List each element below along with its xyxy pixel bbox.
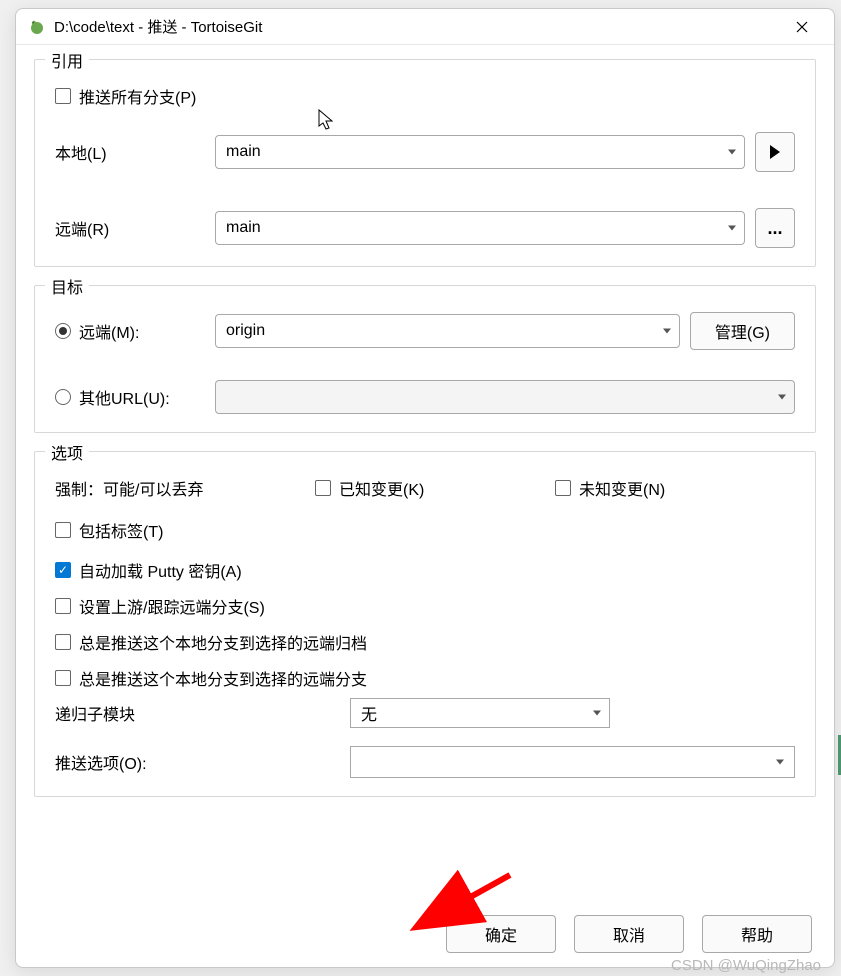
- remote-radio[interactable]: [55, 323, 71, 339]
- dialog-window: D:\code\text - 推送 - TortoiseGit 引用 推送所有分…: [15, 8, 835, 968]
- dialog-content: 引用 推送所有分支(P) 本地(L) main 远端(R): [16, 45, 834, 967]
- chevron-down-icon: [593, 711, 601, 716]
- manage-label: 管理(G): [715, 319, 770, 343]
- remote-browse-button[interactable]: ...: [755, 208, 795, 248]
- manage-button[interactable]: 管理(G): [690, 312, 795, 350]
- remote-branch-value: main: [226, 219, 261, 237]
- always-push-branch-checkbox[interactable]: [55, 670, 71, 686]
- recurse-combo[interactable]: 无: [350, 698, 610, 728]
- set-upstream-label: 设置上游/跟踪远端分支(S): [79, 594, 265, 618]
- unknown-changes-label: 未知变更(N): [579, 476, 665, 500]
- remote-name-combo[interactable]: origin: [215, 314, 680, 348]
- ok-button[interactable]: 确定: [446, 915, 556, 953]
- help-label: 帮助: [741, 922, 773, 946]
- include-tags-checkbox[interactable]: [55, 522, 71, 538]
- opts-group: 选项 强制：可能/可以丢弃 已知变更(K) 未知变更(N) 包括标签(T) 自动…: [34, 451, 816, 797]
- autoload-putty-label: 自动加载 Putty 密钥(A): [79, 558, 242, 582]
- close-button[interactable]: [782, 12, 822, 42]
- chevron-down-icon: [776, 760, 784, 765]
- always-push-branch-label: 总是推送这个本地分支到选择的远端分支: [79, 666, 367, 690]
- opts-group-title: 选项: [45, 440, 89, 464]
- force-label: 强制：可能/可以丢弃: [55, 476, 315, 500]
- always-push-archive-checkbox[interactable]: [55, 634, 71, 650]
- set-upstream-checkbox[interactable]: [55, 598, 71, 614]
- triangle-right-icon: [770, 145, 780, 159]
- remote-name-value: origin: [226, 322, 265, 340]
- local-browse-button[interactable]: [755, 132, 795, 172]
- chevron-down-icon: [728, 150, 736, 155]
- recurse-value: 无: [361, 701, 377, 725]
- remote-radio-label: 远端(M):: [79, 319, 139, 343]
- button-row: 确定 取消 帮助: [34, 915, 816, 953]
- dest-group-title: 目标: [45, 274, 89, 298]
- cancel-label: 取消: [613, 922, 645, 946]
- url-radio-label: 其他URL(U):: [79, 385, 170, 409]
- local-label: 本地(L): [55, 140, 215, 164]
- always-push-archive-label: 总是推送这个本地分支到选择的远端归档: [79, 630, 367, 654]
- url-combo: [215, 380, 795, 414]
- cancel-button[interactable]: 取消: [574, 915, 684, 953]
- remote-branch-label: 远端(R): [55, 216, 215, 240]
- tortoisegit-icon: [28, 18, 46, 36]
- watermark: CSDN @WuQingZhao: [671, 957, 821, 974]
- help-button[interactable]: 帮助: [702, 915, 812, 953]
- remote-branch-combo[interactable]: main: [215, 211, 745, 245]
- push-option-label: 推送选项(O):: [55, 750, 350, 774]
- push-all-label: 推送所有分支(P): [79, 84, 196, 108]
- include-tags-label: 包括标签(T): [79, 518, 163, 542]
- url-radio[interactable]: [55, 389, 71, 405]
- dest-group: 目标 远端(M): origin 管理(G): [34, 285, 816, 433]
- title-bar: D:\code\text - 推送 - TortoiseGit: [16, 9, 834, 45]
- local-branch-value: main: [226, 143, 261, 161]
- push-option-combo[interactable]: [350, 746, 795, 778]
- local-branch-combo[interactable]: main: [215, 135, 745, 169]
- window-title: D:\code\text - 推送 - TortoiseGit: [54, 16, 782, 37]
- push-all-checkbox[interactable]: [55, 88, 71, 104]
- ref-group-title: 引用: [45, 48, 89, 72]
- chevron-down-icon: [728, 226, 736, 231]
- ref-group: 引用 推送所有分支(P) 本地(L) main 远端(R): [34, 59, 816, 267]
- chevron-down-icon: [778, 395, 786, 400]
- unknown-changes-checkbox[interactable]: [555, 480, 571, 496]
- chevron-down-icon: [663, 329, 671, 334]
- ok-label: 确定: [485, 922, 517, 946]
- known-changes-label: 已知变更(K): [339, 476, 424, 500]
- close-icon: [796, 21, 808, 33]
- autoload-putty-checkbox[interactable]: [55, 562, 71, 578]
- known-changes-checkbox[interactable]: [315, 480, 331, 496]
- recurse-label: 递归子模块: [55, 701, 350, 725]
